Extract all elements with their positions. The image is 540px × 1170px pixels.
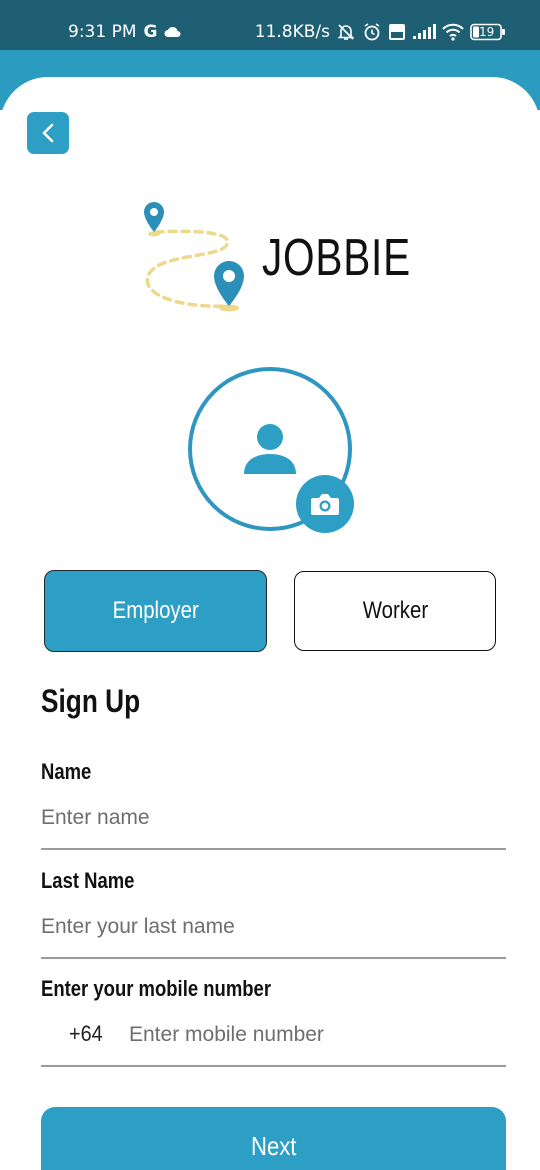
camera-button[interactable]: [296, 475, 354, 533]
volte-icon: [388, 23, 406, 41]
alarm-icon: [362, 22, 382, 42]
name-input[interactable]: [41, 798, 506, 838]
battery-level: 19: [479, 25, 495, 39]
mobile-underline: [41, 1065, 506, 1067]
name-underline: [41, 848, 506, 850]
employer-label: Employer: [112, 597, 199, 624]
status-bar: 9:31 PM G 11.8KB/s 19: [0, 0, 540, 50]
status-left: 9:31 PM G: [68, 21, 182, 43]
mobile-label: Enter your mobile number: [41, 976, 272, 1001]
mobile-input[interactable]: [129, 1015, 506, 1055]
last-name-underline: [41, 957, 506, 959]
battery-icon: 19: [470, 23, 506, 41]
chevron-left-icon: [40, 122, 56, 144]
back-button[interactable]: [27, 112, 69, 154]
last-name-label: Last Name: [41, 868, 135, 893]
name-label: Name: [41, 759, 92, 784]
carrier-letter: G: [143, 22, 158, 42]
cloud-icon: [164, 26, 182, 38]
employer-button[interactable]: Employer: [44, 570, 267, 652]
next-button[interactable]: Next: [41, 1107, 506, 1170]
next-label: Next: [250, 1131, 297, 1161]
page-title: Sign Up: [41, 683, 141, 719]
wifi-icon: [442, 23, 464, 41]
mute-icon: [336, 22, 356, 42]
person-icon: [242, 420, 298, 481]
status-time: 9:31 PM: [68, 22, 137, 42]
status-right: 11.8KB/s 19: [255, 21, 506, 43]
camera-icon: [310, 491, 340, 517]
worker-label: Worker: [362, 597, 428, 624]
signal-icon: [412, 24, 436, 40]
country-code[interactable]: +64: [69, 1021, 103, 1047]
worker-button[interactable]: Worker: [294, 571, 496, 651]
net-speed: 11.8KB/s: [254, 22, 330, 42]
logo-text: JOBBIE: [262, 229, 411, 287]
last-name-input[interactable]: [41, 907, 506, 947]
